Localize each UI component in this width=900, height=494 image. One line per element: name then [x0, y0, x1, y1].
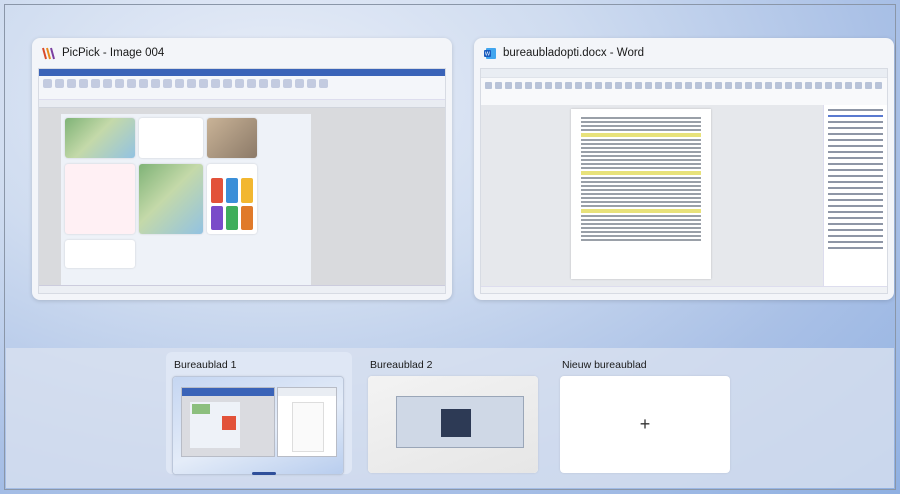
window-miniature: [277, 387, 337, 457]
desktop-thumbnail[interactable]: [368, 376, 538, 473]
new-desktop[interactable]: Nieuw bureaublad +: [554, 352, 740, 473]
traffic-widget: [139, 164, 203, 234]
window-header: PicPick - Image 004: [32, 38, 452, 68]
activity-widget: [65, 240, 135, 268]
photo-widget: [207, 118, 257, 158]
editor-canvas: [39, 108, 445, 293]
app-titlebar: [39, 69, 445, 76]
new-desktop-button[interactable]: +: [560, 376, 730, 473]
desktop-2[interactable]: Bureaublad 2: [362, 352, 548, 473]
window-thumbnail: [480, 68, 888, 294]
window-preview-picpick[interactable]: PicPick - Image 004: [32, 38, 452, 300]
app-ribbon: [39, 76, 445, 100]
games-widget: [207, 164, 257, 234]
status-bar: [481, 286, 887, 293]
app-ribbon: [481, 78, 887, 106]
desktop-1[interactable]: Bureaublad 1: [166, 352, 352, 475]
screenshot-image: [61, 114, 311, 293]
window-thumbnail: [38, 68, 446, 294]
styles-pane: [823, 105, 887, 287]
weather-widget: [139, 118, 203, 158]
window-title: PicPick - Image 004: [62, 47, 165, 59]
window-header: W bureaubladopti.docx - Word: [474, 38, 894, 68]
desktop-label: Bureaublad 2: [370, 359, 433, 371]
desktop-label: Bureaublad 1: [174, 359, 237, 371]
window-title: bureaubladopti.docx - Word: [503, 47, 645, 59]
status-bar: [39, 285, 445, 293]
plus-icon: +: [639, 414, 651, 434]
document-page: [571, 109, 711, 279]
document-tabs: [39, 100, 445, 108]
picpick-logo-icon: [42, 47, 55, 59]
window-miniature: [396, 396, 524, 448]
map-widget: [65, 118, 135, 158]
app-titlebar: [481, 69, 887, 78]
word-icon: W: [484, 47, 496, 59]
document-area: [481, 105, 823, 287]
window-miniature: [181, 387, 275, 457]
window-preview-word[interactable]: W bureaubladopti.docx - Word: [474, 38, 894, 300]
active-desktop-indicator: [252, 472, 276, 475]
stocks-widget: [65, 164, 135, 234]
desktop-thumbnail[interactable]: [172, 376, 344, 475]
svg-text:W: W: [485, 51, 491, 57]
desktop-label: Nieuw bureaublad: [562, 359, 647, 371]
